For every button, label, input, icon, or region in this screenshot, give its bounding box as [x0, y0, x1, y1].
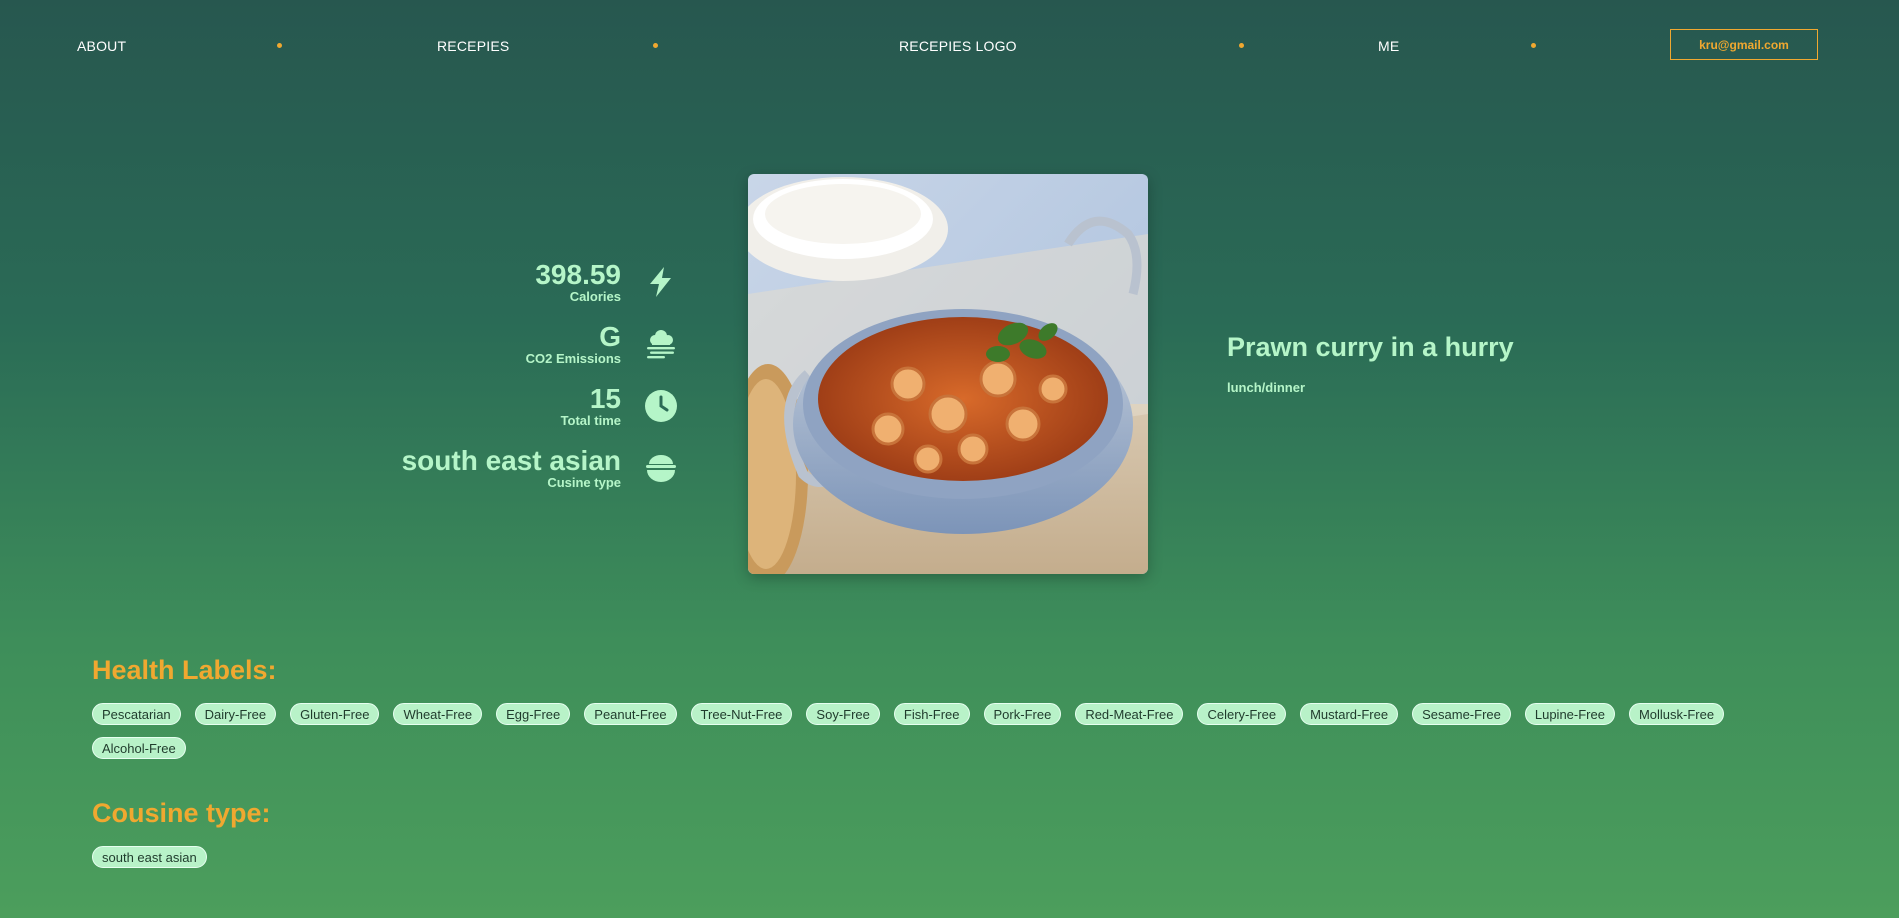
calories-label: Calories — [569, 289, 621, 304]
stat-co2: G CO2 Emissions — [526, 322, 621, 366]
health-label-chip: Fish-Free — [893, 703, 970, 725]
co2-label: CO2 Emissions — [525, 351, 621, 366]
nav-separator-dot — [653, 43, 658, 48]
recipe-image — [748, 174, 1148, 574]
health-label-chip: Tree-Nut-Free — [690, 703, 793, 725]
stat-total-time: 15 Total time — [561, 384, 621, 428]
smog-icon — [644, 327, 678, 361]
health-labels-list: Pescatarian Dairy-Free Gluten-Free Wheat… — [92, 703, 1812, 759]
nav-separator-dot — [277, 43, 282, 48]
health-label-chip: Celery-Free — [1197, 703, 1287, 725]
nav-separator-dot — [1531, 43, 1536, 48]
cuisine-type-chip: south east asian — [92, 846, 207, 868]
co2-value: G — [599, 321, 621, 352]
nav-about-link[interactable]: ABOUT — [77, 38, 126, 54]
nav-logo-link[interactable]: RECEPIES LOGO — [899, 38, 1017, 54]
health-labels-heading: Health Labels: — [92, 655, 277, 685]
health-label-chip: Sesame-Free — [1412, 703, 1511, 725]
cuisine-value: south east asian — [401, 445, 621, 476]
lightning-icon — [644, 265, 678, 299]
health-label-chip: Red-Meat-Free — [1075, 703, 1184, 725]
time-label: Total time — [560, 413, 621, 428]
health-label-chip: Lupine-Free — [1524, 703, 1615, 725]
health-label-chip: Mollusk-Free — [1628, 703, 1725, 725]
health-label-chip: Egg-Free — [496, 703, 571, 725]
email-button[interactable]: kru@gmail.com — [1670, 29, 1818, 60]
nav-recipes-link[interactable]: RECEPIES — [437, 38, 509, 54]
bowl-icon — [644, 451, 678, 485]
recipe-title: Prawn curry in a hurry — [1227, 332, 1514, 362]
clock-icon — [644, 389, 678, 423]
stat-cuisine: south east asian Cusine type — [402, 446, 621, 490]
top-nav: ABOUT RECEPIES RECEPIES LOGO ME kru@gmai… — [0, 0, 1899, 90]
cuisine-type-list: south east asian — [92, 846, 1812, 868]
nav-me-link[interactable]: ME — [1378, 38, 1399, 54]
health-label-chip: Soy-Free — [806, 703, 880, 725]
health-label-chip: Wheat-Free — [393, 703, 483, 725]
health-label-chip: Mustard-Free — [1300, 703, 1399, 725]
cuisine-label: Cusine type — [547, 475, 621, 490]
health-label-chip: Dairy-Free — [194, 703, 277, 725]
health-label-chip: Peanut-Free — [584, 703, 677, 725]
meal-type: lunch/dinner — [1227, 380, 1305, 395]
stat-calories: 398.59 Calories — [535, 260, 621, 304]
health-label-chip: Pork-Free — [983, 703, 1062, 725]
health-label-chip: Alcohol-Free — [92, 737, 186, 759]
health-label-chip: Gluten-Free — [290, 703, 380, 725]
cuisine-type-heading: Cousine type: — [92, 798, 271, 828]
calories-value: 398.59 — [535, 259, 621, 290]
health-label-chip: Pescatarian — [92, 703, 181, 725]
time-value: 15 — [589, 383, 621, 414]
nav-separator-dot — [1239, 43, 1244, 48]
